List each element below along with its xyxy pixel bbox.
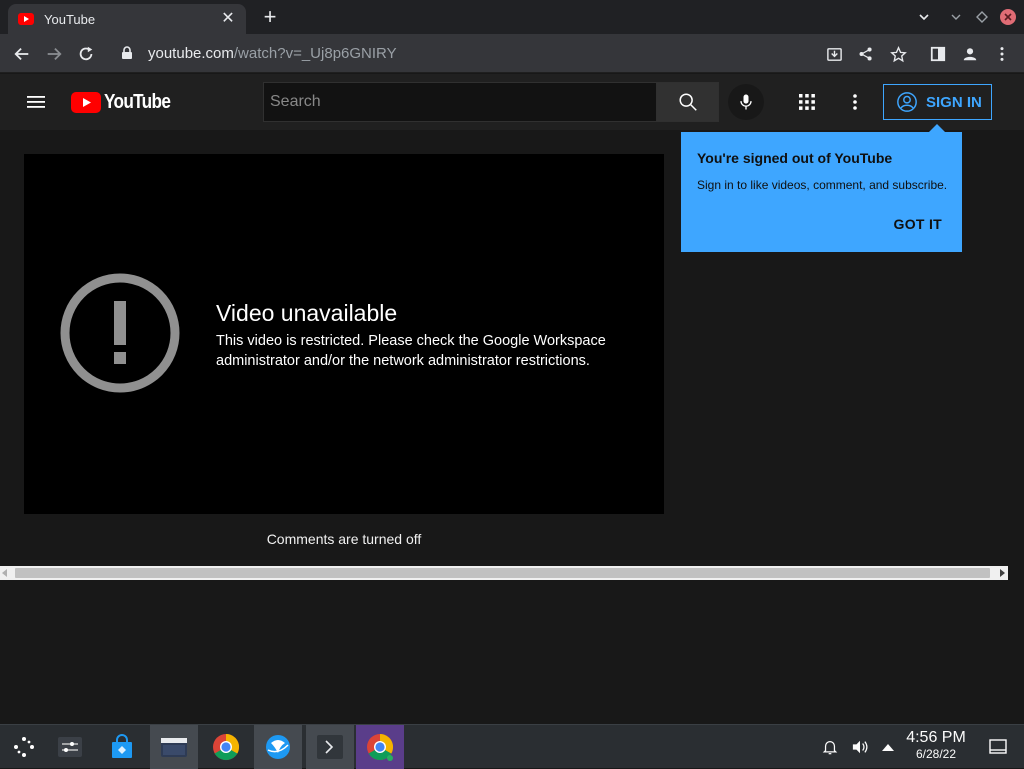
apps-grid-button[interactable] [795, 90, 819, 114]
steamos-launcher-icon [14, 737, 34, 757]
youtube-header: YouTube SIGN IN [0, 74, 1024, 130]
install-app-icon[interactable] [822, 42, 846, 66]
tooltip-arrow [929, 124, 945, 132]
chrome-window-icon [367, 733, 394, 761]
address-bar[interactable]: youtube.com/watch?v=_Uj8p6GNIRY [112, 38, 902, 68]
scroll-right-arrow-icon[interactable] [1000, 569, 1005, 577]
browser-tab-strip: YouTube ✕ + [0, 0, 1024, 34]
browser-tab[interactable]: YouTube ✕ [8, 4, 246, 34]
forward-arrow-icon[interactable] [42, 42, 66, 66]
clock-date: 6/28/22 [915, 747, 957, 761]
more-vertical-icon [853, 94, 857, 110]
new-tab-button[interactable]: + [258, 6, 282, 30]
back-arrow-icon[interactable] [10, 42, 34, 66]
show-desktop-icon[interactable] [988, 737, 1008, 757]
hamburger-menu-icon[interactable] [24, 90, 48, 114]
voice-search-button[interactable] [728, 84, 764, 120]
scroll-left-arrow-icon[interactable] [2, 569, 7, 577]
youtube-logo-icon [71, 91, 101, 113]
url-text: youtube.com/watch?v=_Uj8p6GNIRY [148, 45, 397, 62]
tab-close-icon[interactable]: ✕ [220, 11, 236, 27]
tab-title: YouTube [44, 11, 96, 27]
search-icon [678, 93, 697, 111]
application-launcher-button[interactable] [0, 725, 48, 769]
taskbar-discover-app[interactable] [98, 725, 146, 769]
account-circle-icon [897, 92, 917, 112]
sign-in-label: SIGN IN [926, 93, 982, 111]
search-box [263, 82, 656, 122]
taskbar-chrome-active-window[interactable] [356, 725, 404, 769]
store-bag-icon [112, 734, 132, 758]
got-it-button[interactable]: GOT IT [894, 216, 942, 232]
microphone-icon [740, 94, 752, 110]
taskbar-chrome-app[interactable] [202, 725, 250, 769]
side-panel-icon[interactable] [926, 42, 950, 66]
youtube-logo-text: YouTube [104, 90, 171, 113]
search-button[interactable] [656, 82, 719, 122]
system-tray-expand-icon[interactable] [878, 737, 898, 757]
tab-search-chevron-icon[interactable] [914, 7, 934, 27]
error-title: Video unavailable [216, 300, 398, 326]
bookmark-star-icon[interactable] [886, 42, 910, 66]
taskbar-web-browser-app[interactable] [254, 725, 302, 769]
url-host: youtube.com [148, 44, 234, 62]
taskbar-terminal-app[interactable] [306, 725, 354, 769]
browser-toolbar: youtube.com/watch?v=_Uj8p6GNIRY [0, 34, 1024, 73]
lock-icon [122, 46, 132, 59]
reload-icon[interactable] [74, 42, 98, 66]
notifications-bell-icon[interactable] [820, 737, 840, 757]
youtube-favicon-icon [18, 13, 34, 25]
window-close-icon[interactable] [998, 7, 1018, 27]
search-input[interactable] [270, 93, 656, 111]
taskbar-settings-app[interactable] [46, 725, 94, 769]
settings-more-button[interactable] [843, 90, 867, 114]
os-taskbar: 4:56 PM 6/28/22 [0, 724, 1024, 769]
share-icon[interactable] [854, 42, 878, 66]
minimize-icon[interactable] [946, 7, 966, 27]
browser-menu-icon[interactable] [990, 42, 1014, 66]
profile-icon[interactable] [958, 42, 982, 66]
clock-time: 4:56 PM [906, 729, 966, 746]
settings-app-icon [58, 737, 82, 757]
folder-icon [161, 738, 187, 757]
chrome-icon [213, 733, 240, 761]
terminal-icon [317, 735, 343, 759]
signed-out-tooltip: You're signed out of YouTube Sign in to … [681, 124, 962, 252]
scrollbar-thumb[interactable] [15, 568, 990, 578]
error-message: This video is restricted. Please check t… [216, 333, 606, 369]
taskbar-file-manager-app[interactable] [150, 725, 198, 769]
tooltip-title: You're signed out of YouTube [697, 150, 893, 166]
url-path: /watch?v=_Uj8p6GNIRY [233, 44, 397, 62]
video-player[interactable]: Video unavailable This video is restrict… [24, 154, 664, 514]
youtube-logo[interactable]: YouTube [71, 91, 181, 113]
volume-icon[interactable] [850, 737, 870, 757]
sign-in-button[interactable]: SIGN IN [883, 84, 992, 120]
tooltip-body: Sign in to like videos, comment, and sub… [697, 178, 948, 192]
maximize-icon[interactable] [972, 7, 992, 27]
error-exclamation-icon [60, 273, 180, 393]
apps-grid-icon [799, 94, 815, 110]
comments-status: Comments are turned off [266, 531, 422, 547]
taskbar-clock[interactable]: 4:56 PM 6/28/22 [900, 729, 972, 761]
globe-icon [266, 735, 290, 759]
horizontal-scrollbar[interactable] [0, 566, 1008, 580]
